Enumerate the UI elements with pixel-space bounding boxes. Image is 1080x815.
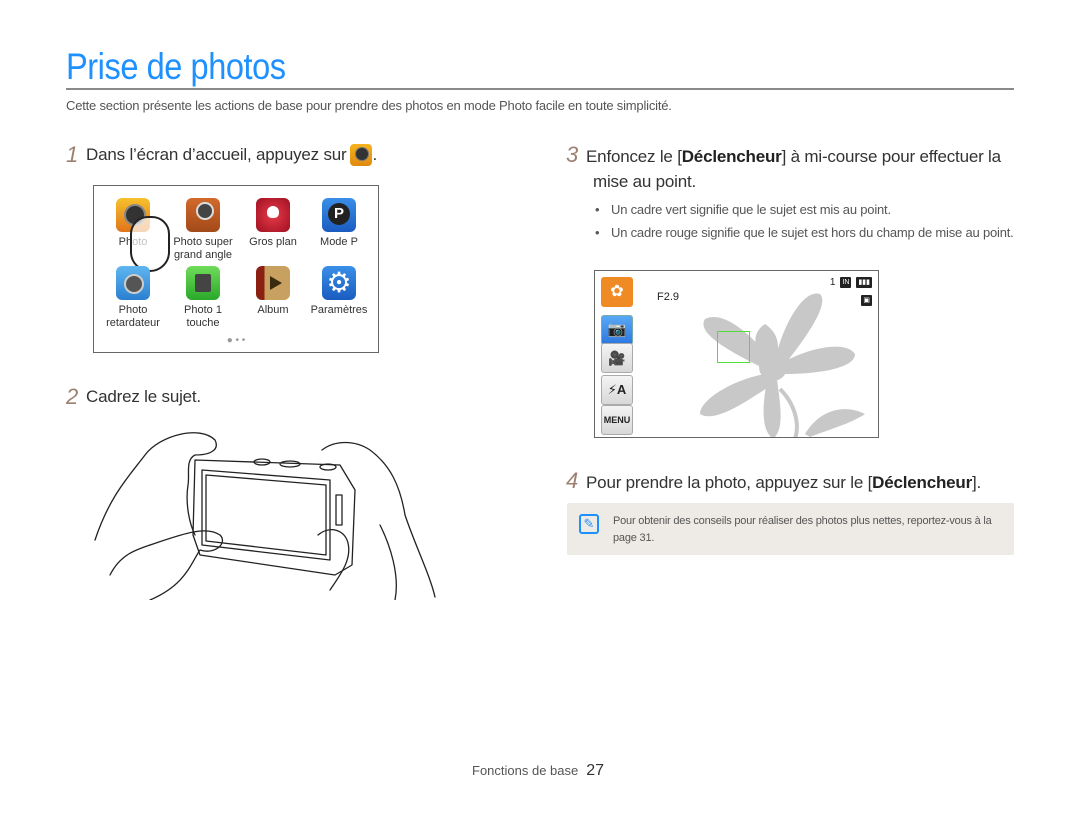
self-timer-icon bbox=[116, 266, 150, 300]
step-text-before: Enfoncez le [ bbox=[586, 147, 682, 166]
focus-bullets: Un cadre vert signifie que le sujet est … bbox=[593, 200, 1016, 243]
app-label: Photo 1 touche bbox=[184, 304, 222, 329]
hands-holding-camera-illustration bbox=[94, 432, 436, 600]
home-screen-illustration: Photo Photo super grand angle Gros plan … bbox=[93, 185, 379, 353]
step-number: 3 bbox=[566, 142, 579, 167]
footer-section: Fonctions de base bbox=[472, 763, 579, 778]
flower-subject-illustration bbox=[700, 293, 865, 437]
bullet-item: Un cadre vert signifie que le sujet est … bbox=[593, 200, 1016, 220]
macro-flower-icon bbox=[256, 198, 290, 232]
step-text-after: ] à mi-course pour effectuer la bbox=[781, 147, 1002, 166]
page-indicator: ● • • bbox=[226, 335, 246, 346]
app-label: Mode P bbox=[320, 236, 358, 248]
shot-count: 1 bbox=[829, 277, 836, 288]
internal-memory-icon: IN bbox=[840, 277, 852, 288]
settings-gear-icon bbox=[322, 266, 356, 300]
title-divider bbox=[66, 88, 1014, 90]
video-mode-button[interactable]: 🎥 bbox=[601, 343, 633, 373]
tip-note: ✎ Pour obtenir des conseils pour réalise… bbox=[567, 503, 1014, 555]
step-number: 2 bbox=[66, 384, 79, 409]
step-number: 4 bbox=[566, 468, 579, 493]
panorama-icon bbox=[186, 198, 220, 232]
app-mode-p[interactable]: Mode P bbox=[304, 198, 374, 249]
page-title: Prise de photos bbox=[66, 46, 286, 87]
step-number: 1 bbox=[66, 142, 79, 167]
step-2: 2 Cadrez le sujet. bbox=[66, 384, 201, 410]
camera-lcd-screen: ✿ 📷 🎥 ⚡A MENU F2.9 1 IN ▮▮▮ ▣ bbox=[594, 270, 879, 438]
app-label: Gros plan bbox=[249, 236, 297, 248]
app-parametres[interactable]: Paramètres bbox=[304, 266, 374, 317]
image-size-icon: ▣ bbox=[861, 295, 872, 306]
app-photo[interactable]: Photo bbox=[98, 198, 170, 272]
program-mode-icon bbox=[322, 198, 356, 232]
page-footer: Fonctions de base 27 bbox=[472, 762, 604, 780]
photo-app-icon bbox=[350, 144, 373, 166]
tapping-hand-icon bbox=[130, 216, 170, 272]
menu-button[interactable]: MENU bbox=[601, 405, 633, 435]
page-number: 27 bbox=[586, 762, 605, 779]
flash-auto-button[interactable]: ⚡A bbox=[601, 375, 633, 405]
album-icon bbox=[256, 266, 290, 300]
shutter-button-label: Déclencheur bbox=[872, 473, 972, 492]
battery-full-icon: ▮▮▮ bbox=[856, 277, 872, 288]
app-photo-retardateur[interactable]: Photo retardateur bbox=[98, 266, 168, 330]
step-text-after: ]. bbox=[972, 473, 982, 492]
step-suffix: . bbox=[372, 145, 377, 164]
step-3: 3 Enfoncez le [Déclencheur] à mi-course … bbox=[566, 142, 1016, 246]
step-text: Dans l’écran d’accueil, appuyez sur bbox=[86, 145, 347, 164]
intro-text: Cette section présente les actions de ba… bbox=[66, 98, 672, 113]
aperture-readout: F2.9 bbox=[657, 291, 680, 303]
one-touch-icon bbox=[186, 266, 220, 300]
focus-frame bbox=[717, 331, 750, 363]
macro-mode-button[interactable]: ✿ bbox=[601, 277, 633, 307]
app-gros-plan[interactable]: Gros plan bbox=[238, 198, 308, 249]
step-text-line2: mise au point. bbox=[593, 172, 697, 191]
app-photo-super-grand-angle[interactable]: Photo super grand angle bbox=[168, 198, 238, 262]
note-text: Pour obtenir des conseils pour réaliser … bbox=[613, 515, 992, 544]
bullet-item: Un cadre rouge signifie que le sujet est… bbox=[593, 223, 1016, 243]
step-text-before: Pour prendre la photo, appuyez sur le [ bbox=[586, 473, 873, 492]
app-label: Photo retardateur bbox=[106, 304, 160, 329]
app-label: Photo super grand angle bbox=[173, 236, 233, 261]
app-album[interactable]: Album bbox=[238, 266, 308, 317]
photo-mode-button[interactable]: 📷 bbox=[601, 315, 633, 345]
shutter-button-label: Déclencheur bbox=[681, 147, 782, 166]
step-1: 1 Dans l’écran d’accueil, appuyez sur . bbox=[66, 142, 377, 168]
app-photo-1-touche[interactable]: Photo 1 touche bbox=[168, 266, 238, 330]
step-4: 4 Pour prendre la photo, appuyez sur le … bbox=[566, 468, 981, 494]
status-indicators: 1 IN ▮▮▮ bbox=[830, 277, 872, 288]
app-label: Paramètres bbox=[310, 304, 368, 316]
step-text: Cadrez le sujet. bbox=[86, 387, 201, 406]
note-pencil-icon: ✎ bbox=[579, 514, 599, 534]
app-label: Album bbox=[257, 304, 289, 316]
